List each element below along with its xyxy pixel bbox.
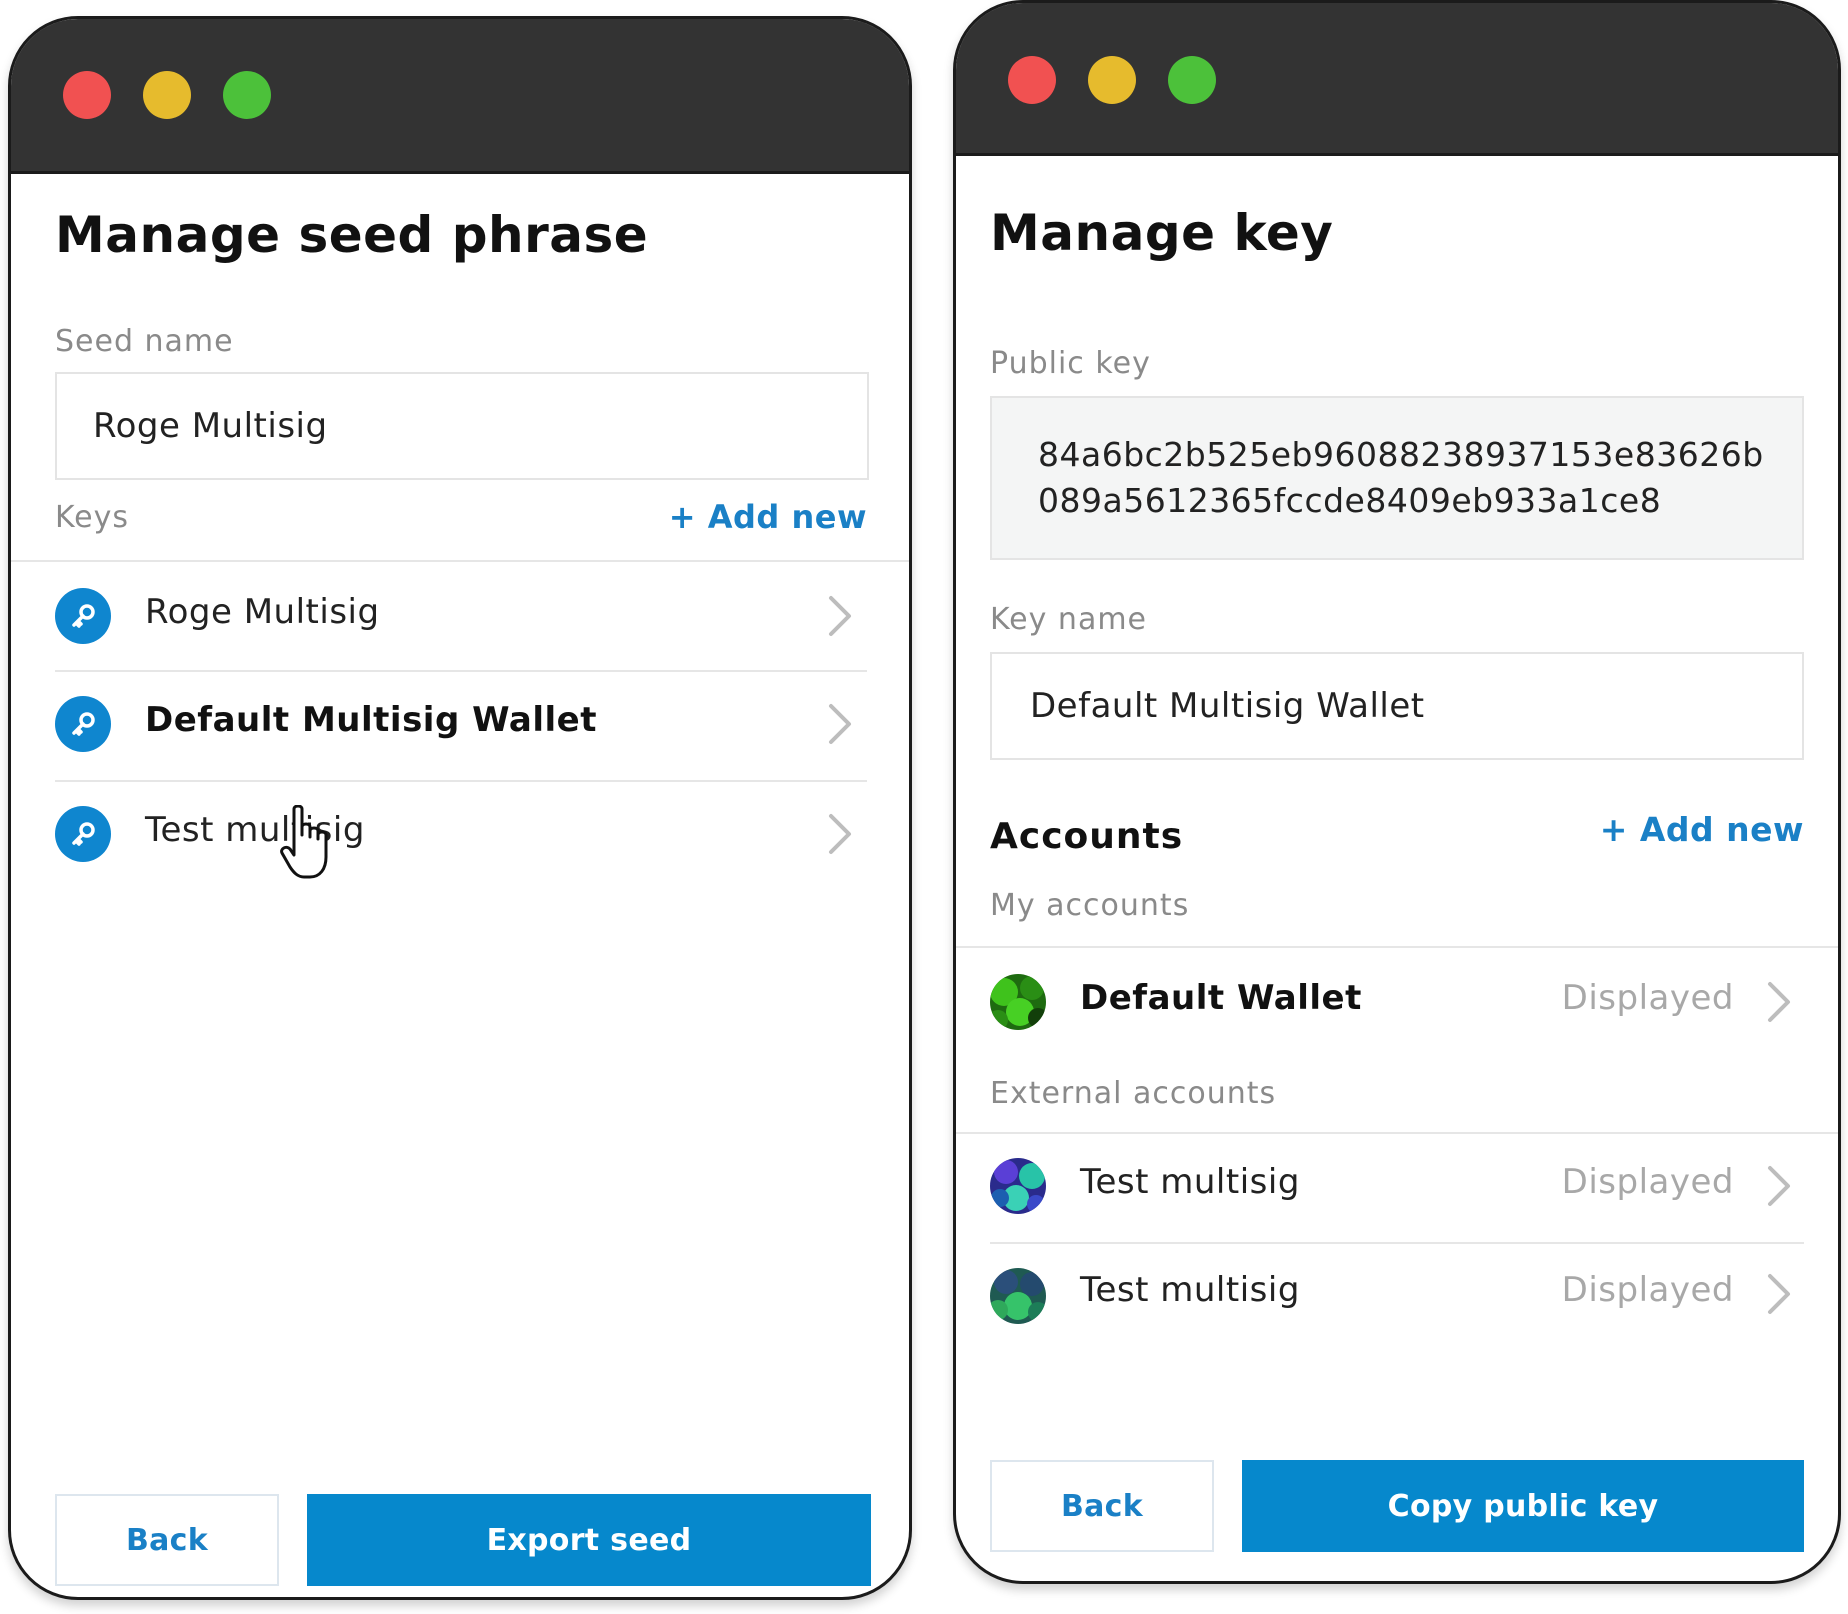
back-button[interactable]: Back bbox=[990, 1460, 1214, 1552]
chevron-right-icon bbox=[829, 704, 851, 744]
copy-public-key-button[interactable]: Copy public key bbox=[1242, 1460, 1804, 1552]
account-row[interactable]: Test multisig Displayed bbox=[990, 1134, 1804, 1242]
key-icon bbox=[55, 588, 111, 644]
key-row[interactable]: Default Multisig Wallet bbox=[55, 672, 867, 780]
keys-label: Keys bbox=[55, 500, 130, 535]
hand-cursor-icon bbox=[280, 805, 328, 879]
seed-name-value: Roge Multisig bbox=[93, 406, 328, 446]
account-avatar bbox=[990, 1268, 1046, 1324]
public-key-field[interactable]: 84a6bc2b525eb96088238937153e83626b 089a5… bbox=[990, 396, 1804, 560]
key-name-value: Default Multisig Wallet bbox=[1030, 686, 1425, 726]
window-titlebar bbox=[956, 3, 1838, 156]
close-window-button[interactable] bbox=[1008, 56, 1056, 104]
chevron-right-icon bbox=[1768, 1166, 1790, 1206]
seed-name-label: Seed name bbox=[55, 324, 234, 359]
account-avatar bbox=[990, 1158, 1046, 1214]
account-status: Displayed bbox=[1561, 978, 1734, 1018]
close-window-button[interactable] bbox=[63, 71, 111, 119]
minimize-window-button[interactable] bbox=[1088, 56, 1136, 104]
public-key-line: 84a6bc2b525eb96088238937153e83626b bbox=[1038, 435, 1764, 474]
back-button[interactable]: Back bbox=[55, 1494, 279, 1586]
chevron-right-icon bbox=[829, 814, 851, 854]
export-seed-button[interactable]: Export seed bbox=[307, 1494, 871, 1586]
external-accounts-label: External accounts bbox=[990, 1076, 1277, 1111]
window-titlebar bbox=[11, 19, 909, 174]
chevron-right-icon bbox=[829, 596, 851, 636]
key-name-label: Key name bbox=[990, 602, 1148, 637]
manage-key-window: Manage key Public key 84a6bc2b525eb96088… bbox=[953, 0, 1841, 1584]
minimize-window-button[interactable] bbox=[143, 71, 191, 119]
account-row[interactable]: Test multisig Displayed bbox=[990, 1244, 1804, 1352]
key-icon bbox=[55, 696, 111, 752]
account-name: Test multisig bbox=[1080, 1270, 1300, 1310]
key-label: Default Multisig Wallet bbox=[145, 700, 597, 740]
maximize-window-button[interactable] bbox=[1168, 56, 1216, 104]
chevron-right-icon bbox=[1768, 1274, 1790, 1314]
public-key-line: 089a5612365fccde8409eb933a1ce8 bbox=[1038, 481, 1662, 520]
key-label: Roge Multisig bbox=[145, 592, 380, 632]
key-row[interactable]: Roge Multisig bbox=[55, 562, 867, 670]
account-row[interactable]: Default Wallet Displayed bbox=[990, 948, 1804, 1056]
key-row[interactable]: Test multisig bbox=[55, 782, 867, 890]
manage-seed-window: Manage seed phrase Seed name Roge Multis… bbox=[8, 16, 912, 1600]
maximize-window-button[interactable] bbox=[223, 71, 271, 119]
accounts-heading: Accounts bbox=[990, 816, 1184, 857]
account-status: Displayed bbox=[1561, 1270, 1734, 1310]
account-status: Displayed bbox=[1561, 1162, 1734, 1202]
account-name: Default Wallet bbox=[1080, 978, 1362, 1018]
account-name: Test multisig bbox=[1080, 1162, 1300, 1202]
add-key-button[interactable]: + Add new bbox=[669, 498, 867, 536]
public-key-label: Public key bbox=[990, 346, 1151, 381]
add-account-button[interactable]: + Add new bbox=[1600, 810, 1804, 849]
chevron-right-icon bbox=[1768, 982, 1790, 1022]
key-name-input[interactable]: Default Multisig Wallet bbox=[990, 652, 1804, 760]
window-content: Manage key Public key 84a6bc2b525eb96088… bbox=[956, 156, 1838, 1581]
key-icon bbox=[55, 806, 111, 862]
page-title: Manage seed phrase bbox=[55, 206, 649, 264]
my-accounts-label: My accounts bbox=[990, 888, 1190, 923]
account-avatar bbox=[990, 974, 1046, 1030]
window-content: Manage seed phrase Seed name Roge Multis… bbox=[11, 174, 909, 1597]
seed-name-input[interactable]: Roge Multisig bbox=[55, 372, 869, 480]
page-title: Manage key bbox=[990, 204, 1334, 262]
